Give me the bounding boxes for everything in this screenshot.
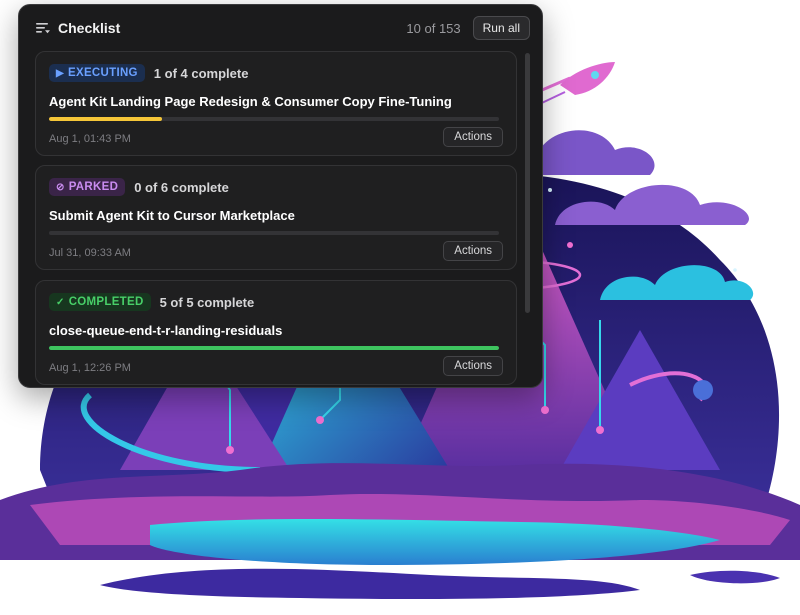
task-title: close-queue-end-t-r-landing-residuals <box>49 323 283 338</box>
task-date: Aug 1, 01:43 PM <box>49 133 131 145</box>
progress-text: 1 of 4 complete <box>153 65 249 81</box>
run-all-button[interactable]: Run all <box>472 16 530 40</box>
progress-text: 0 of 6 complete <box>134 179 229 195</box>
status-label: PARKED <box>68 181 119 193</box>
planet <box>693 380 713 400</box>
status-badge: ✓ COMPLETED <box>49 293 151 311</box>
task-title: Agent Kit Landing Page Redesign & Consum… <box>49 94 452 109</box>
status-label: COMPLETED <box>68 296 144 308</box>
progress-track <box>49 231 499 235</box>
progress-track <box>49 346 499 350</box>
shore-rock <box>690 570 780 584</box>
task-title: Submit Agent Kit to Cursor Marketplace <box>49 208 295 223</box>
ban-icon: ⊘ <box>56 181 65 193</box>
status-badge: ⊘ PARKED <box>49 178 126 196</box>
shore <box>100 568 640 600</box>
progress-text: 5 of 5 complete <box>159 294 255 310</box>
checklist-count: 10 of 153 <box>406 20 461 36</box>
list-filter-icon <box>35 20 51 36</box>
actions-button[interactable]: Actions <box>443 356 503 376</box>
task-card-header: ⊘ PARKED 0 of 6 complete <box>49 178 229 196</box>
scrollbar[interactable] <box>525 53 530 313</box>
check-icon: ✓ <box>56 296 65 308</box>
task-card[interactable]: ⊘ PARKED 0 of 6 complete Submit Agent Ki… <box>35 165 517 270</box>
task-card[interactable]: ✓ COMPLETED 5 of 5 complete close-queue-… <box>35 280 517 385</box>
progress-fill <box>49 346 499 350</box>
checklist-header: Checklist 10 of 153 Run all <box>19 5 542 51</box>
status-badge: ▶ EXECUTING <box>49 64 145 82</box>
task-card[interactable]: ▶ EXECUTING 1 of 4 complete Agent Kit La… <box>35 51 517 156</box>
actions-button[interactable]: Actions <box>443 241 503 261</box>
task-date: Jul 31, 09:33 AM <box>49 247 131 259</box>
progress-track <box>49 117 499 121</box>
checklist-panel: Checklist 10 of 153 Run all ▶ EXECUTING … <box>18 4 543 388</box>
status-label: EXECUTING <box>68 67 138 79</box>
checklist-title: Checklist <box>58 20 121 36</box>
task-card-header: ▶ EXECUTING 1 of 4 complete <box>49 64 248 82</box>
task-card-header: ✓ COMPLETED 5 of 5 complete <box>49 293 254 311</box>
actions-button[interactable]: Actions <box>443 127 503 147</box>
play-icon: ▶ <box>56 67 64 79</box>
progress-fill <box>49 117 162 121</box>
task-date: Aug 1, 12:26 PM <box>49 362 131 374</box>
